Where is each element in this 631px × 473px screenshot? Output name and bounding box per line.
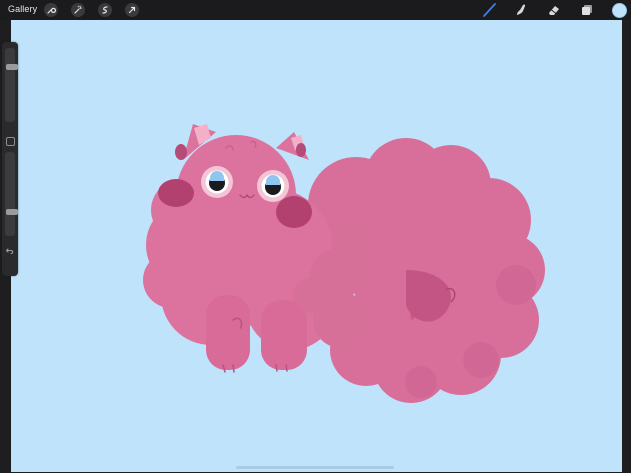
undo-arrow-icon[interactable] bbox=[5, 243, 15, 255]
brush-size-knob[interactable] bbox=[6, 64, 18, 70]
opacity-knob[interactable] bbox=[6, 209, 18, 215]
transform-arrow-icon[interactable] bbox=[125, 3, 139, 17]
cat-drawing bbox=[143, 124, 545, 403]
smudge-icon[interactable] bbox=[513, 3, 529, 17]
brush-size-slider[interactable] bbox=[5, 48, 18, 122]
brush-icon[interactable] bbox=[482, 3, 498, 17]
opacity-slider[interactable] bbox=[5, 152, 18, 236]
gallery-button[interactable]: Gallery bbox=[8, 4, 37, 14]
modify-button-square-icon[interactable] bbox=[6, 137, 15, 146]
selection-icon[interactable] bbox=[98, 3, 112, 17]
top-toolbar: Gallery bbox=[0, 0, 631, 20]
drawing-canvas[interactable] bbox=[11, 20, 622, 472]
wrench-icon[interactable] bbox=[44, 3, 58, 17]
eraser-icon[interactable] bbox=[546, 3, 562, 17]
layers-icon[interactable] bbox=[579, 3, 595, 17]
home-indicator bbox=[236, 466, 394, 469]
color-picker-swatch[interactable] bbox=[612, 3, 627, 18]
brush-sidebar bbox=[2, 42, 18, 276]
magic-wand-icon[interactable] bbox=[71, 3, 85, 17]
